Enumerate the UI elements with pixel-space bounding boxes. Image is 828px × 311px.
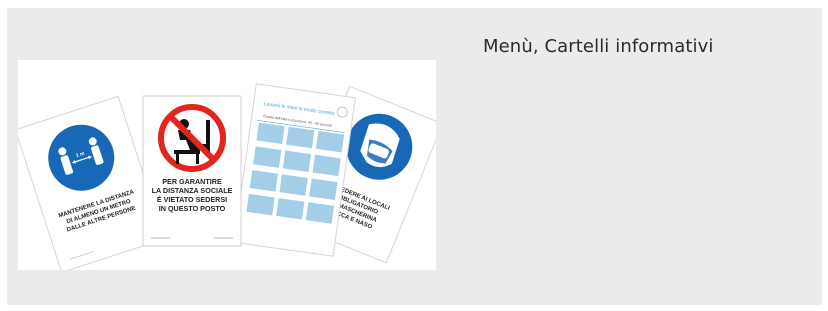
- no-sitting-line-4: IN QUESTO POSTO: [159, 204, 226, 213]
- card-title[interactable]: Menù, Cartelli informativi: [483, 36, 713, 57]
- product-card: 1 m MANTENERE LA DISTANZA DI ALMENO UN M…: [7, 8, 822, 305]
- no-sitting-line-3: È VIETATO SEDERSI: [157, 195, 227, 204]
- no-sitting-icon: [158, 104, 226, 172]
- signs-illustration: 1 m MANTENERE LA DISTANZA DI ALMENO UN M…: [18, 83, 436, 270]
- distance-sign: 1 m MANTENERE LA DISTANZA DI ALMENO UN M…: [18, 95, 166, 270]
- handwash-sign: Lavarsi le mani in modo corretto Durata …: [233, 83, 356, 257]
- product-image[interactable]: 1 m MANTENERE LA DISTANZA DI ALMENO UN M…: [18, 60, 436, 270]
- no-sitting-line-2: LA DISTANZA SOCIALE: [152, 186, 233, 195]
- no-sitting-sign: PER GARANTIRE LA DISTANZA SOCIALE È VIET…: [142, 95, 242, 247]
- no-sitting-line-1: PER GARANTIRE: [162, 177, 222, 186]
